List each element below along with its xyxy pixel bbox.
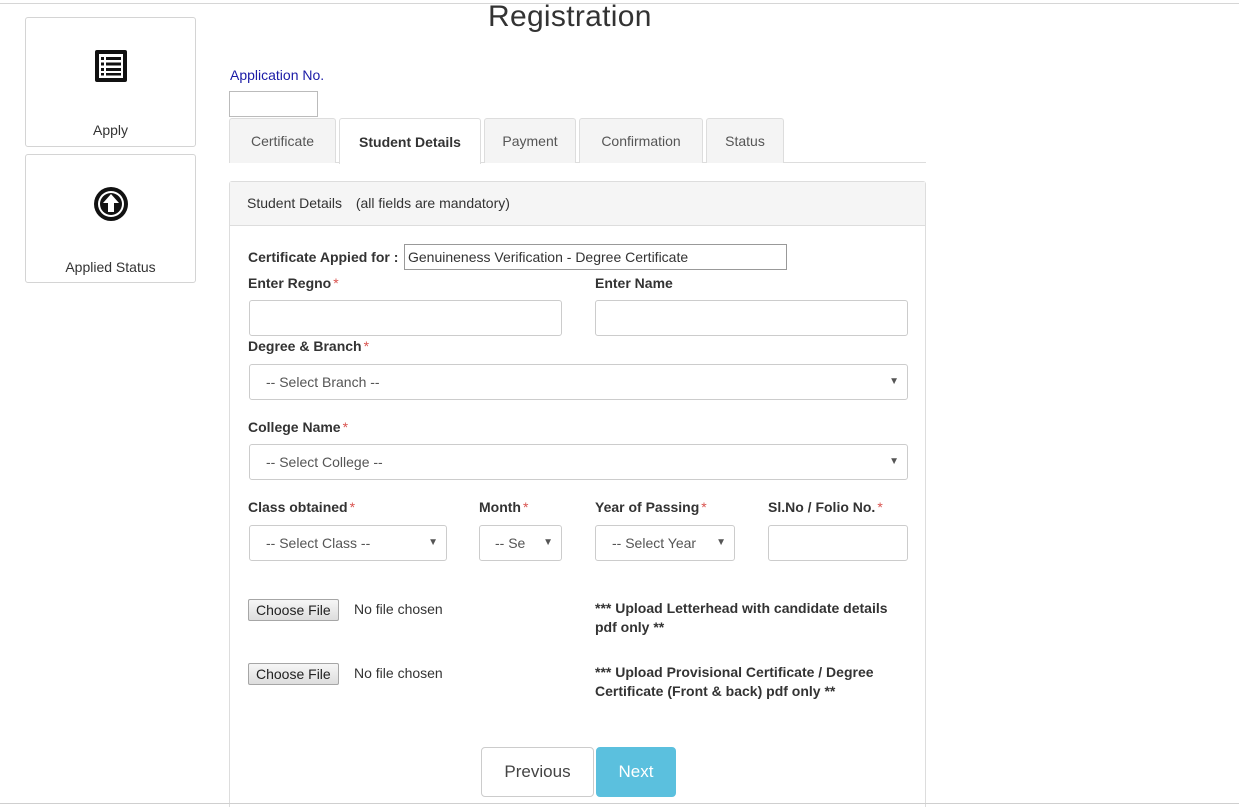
panel-heading-note: (all fields are mandatory) [355, 195, 510, 211]
certificate-label: Certificate Appied for : [248, 249, 399, 265]
certificate-field[interactable]: Genuineness Verification - Degree Certif… [404, 244, 787, 270]
required-mark: * [363, 338, 370, 354]
list-icon [26, 48, 195, 88]
class-select[interactable]: -- Select Class -- ▼ [249, 525, 447, 561]
previous-button[interactable]: Previous [481, 747, 594, 797]
required-mark: * [522, 499, 529, 515]
sidebar-item-label: Applied Status [65, 259, 156, 275]
required-mark: * [349, 499, 356, 515]
sidebar-item-apply[interactable]: Apply [25, 17, 196, 147]
month-value: -- Se [495, 535, 526, 551]
degree-branch-value: -- Select Branch -- [266, 374, 380, 390]
application-no-label: Application No. [230, 67, 325, 83]
folio-input[interactable] [768, 525, 908, 561]
regno-input[interactable] [249, 300, 562, 336]
choose-file-button[interactable]: Choose File [248, 599, 339, 621]
degree-branch-label: Degree & Branch * [248, 338, 370, 354]
class-value: -- Select Class -- [266, 535, 371, 551]
required-mark: * [342, 419, 349, 435]
panel-heading-title: Student Details [247, 195, 342, 211]
month-label: Month * [479, 499, 529, 515]
year-of-passing-label: Year of Passing * [595, 499, 707, 515]
required-mark: * [333, 275, 339, 291]
bottom-divider [0, 803, 1239, 804]
file-status: No file chosen [354, 601, 443, 617]
upload-note-line: pdf only ** [595, 619, 665, 635]
sidebar-item-applied-status[interactable]: Applied Status [25, 154, 196, 283]
caret-down-icon: ▼ [716, 537, 726, 548]
caret-down-icon: ▼ [543, 537, 553, 548]
class-obtained-label: Class obtained * [248, 499, 356, 515]
next-button[interactable]: Next [596, 747, 676, 797]
tab-student-details[interactable]: Student Details [339, 118, 481, 164]
student-details-panel: Student Details (all fields are mandator… [229, 181, 926, 807]
tab-confirmation[interactable]: Confirmation [579, 118, 703, 163]
required-mark: * [701, 499, 707, 515]
name-input[interactable] [595, 300, 908, 336]
choose-file-button[interactable]: Choose File [248, 663, 339, 685]
regno-label: Enter Regno * [248, 275, 339, 291]
tab-bar: Certificate Student Details Payment Conf… [229, 118, 926, 164]
upload-note-line: *** Upload Provisional Certificate / Deg… [595, 664, 874, 680]
tab-status[interactable]: Status [706, 118, 784, 163]
degree-branch-select[interactable]: -- Select Branch -- ▼ [249, 364, 908, 400]
upload-certificate-note: *** Upload Provisional Certificate / Deg… [595, 663, 915, 701]
month-select[interactable]: -- Se ▼ [479, 525, 562, 561]
tab-certificate[interactable]: Certificate [229, 118, 336, 163]
upload-letterhead-note: *** Upload Letterhead with candidate det… [595, 599, 915, 637]
name-label: Enter Name [595, 275, 673, 291]
year-value: -- Select Year [612, 535, 697, 551]
year-select[interactable]: -- Select Year ▼ [595, 525, 735, 561]
required-mark: * [877, 499, 883, 515]
panel-heading: Student Details (all fields are mandator… [230, 182, 925, 226]
college-select[interactable]: -- Select College -- ▼ [249, 444, 908, 480]
tab-payment[interactable]: Payment [484, 118, 576, 163]
folio-label: Sl.No / Folio No. * [768, 499, 883, 515]
college-value: -- Select College -- [266, 454, 383, 470]
application-no-input[interactable] [229, 91, 318, 117]
sidebar-item-label: Apply [92, 122, 129, 138]
caret-down-icon: ▼ [889, 376, 899, 387]
caret-down-icon: ▼ [428, 537, 438, 548]
page-title: Registration [488, 0, 652, 33]
upload-note-line: *** Upload Letterhead with candidate det… [595, 600, 888, 616]
upload-circle-icon [26, 185, 195, 225]
file-status: No file chosen [354, 665, 443, 681]
upload-note-line: Certificate (Front & back) pdf only ** [595, 683, 836, 699]
caret-down-icon: ▼ [889, 456, 899, 467]
college-name-label: College Name * [248, 419, 349, 435]
